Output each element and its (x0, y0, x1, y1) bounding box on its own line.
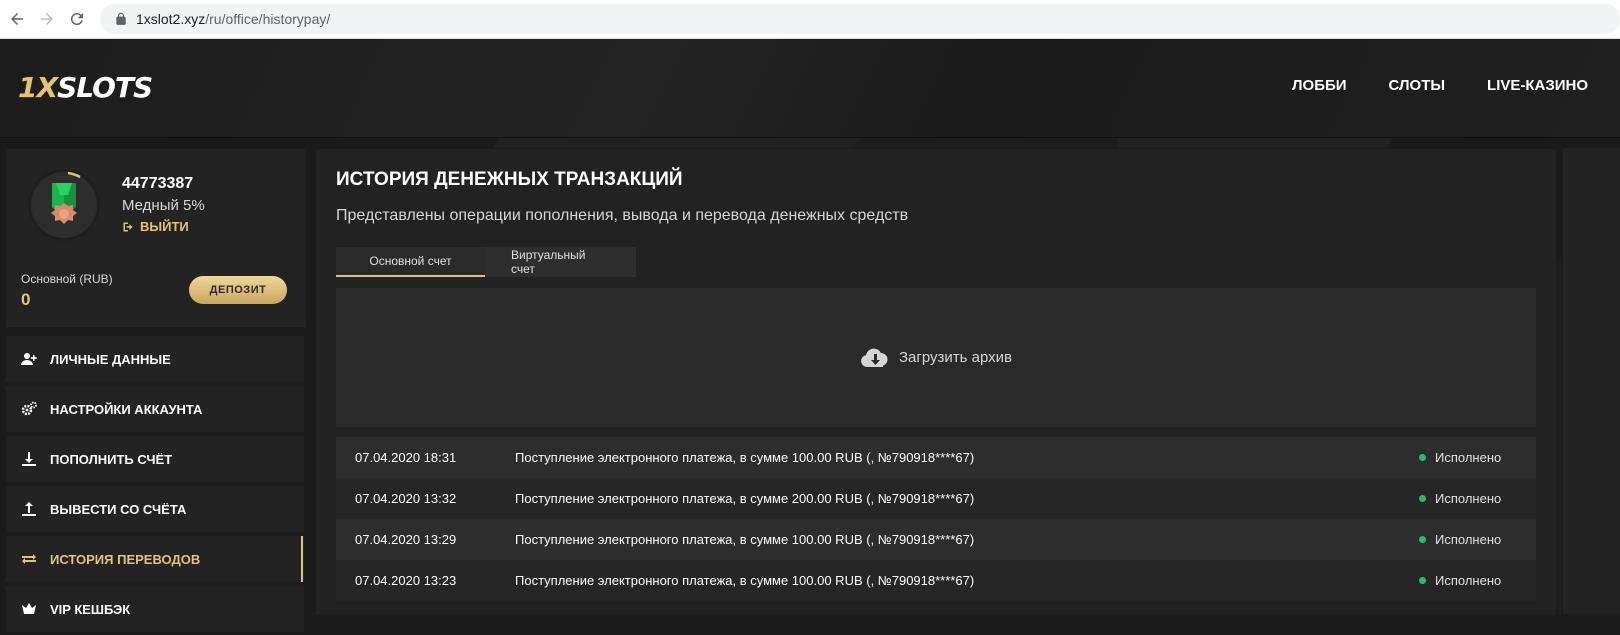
status-dot-icon (1419, 495, 1426, 502)
profile-card: 44773387 Медный 5% ВЫЙТИ Основной (RUB) … (5, 148, 307, 328)
download-archive-button[interactable]: Загрузить архив (336, 288, 1536, 427)
logo-part-slots: SLOTS (57, 70, 153, 104)
sidebar-item-label: ИСТОРИЯ ПЕРЕВОДОВ (50, 551, 201, 567)
sidebar-menu: ЛИЧНЫЕ ДАННЫЕ НАСТРОЙКИ АККАУНТА ПОПОЛНИ… (5, 335, 305, 635)
back-arrow-icon[interactable] (4, 6, 30, 32)
status-badge: Исполнено (1419, 532, 1536, 547)
main-panel: ИСТОРИЯ ДЕНЕЖНЫХ ТРАНЗАКЦИЙ Представлены… (315, 148, 1557, 616)
logo-part-1x: 1X (18, 70, 58, 104)
forward-arrow-icon[interactable] (34, 6, 60, 32)
lock-icon (116, 12, 126, 25)
table-row: 07.04.2020 13:32 Поступление электронног… (336, 478, 1536, 519)
balance-label: Основной (RUB) (21, 272, 113, 286)
tx-date: 07.04.2020 13:29 (355, 532, 457, 547)
tx-description: Поступление электронного платежа, в сумм… (515, 573, 975, 588)
exchange-icon (21, 551, 37, 567)
status-dot-icon (1419, 536, 1426, 543)
tx-date: 07.04.2020 18:31 (355, 450, 457, 465)
download-icon (21, 451, 37, 467)
sidebar-item-label: VIP КЕШБЭК (50, 601, 131, 617)
nav-live-casino[interactable]: LIVE-КАЗИНО (1487, 77, 1588, 94)
archive-label: Загрузить архив (898, 349, 1013, 366)
sidebar-item-personal-data[interactable]: ЛИЧНЫЕ ДАННЫЕ (5, 335, 305, 383)
user-level: Медный 5% (122, 197, 205, 214)
page-title: ИСТОРИЯ ДЕНЕЖНЫХ ТРАНЗАКЦИЙ (336, 169, 683, 190)
url-path: /ru/office/historypay/ (205, 11, 331, 27)
sidebar-item-vip-cashback[interactable]: VIP КЕШБЭК (5, 585, 305, 633)
sidebar-item-account-settings[interactable]: НАСТРОЙКИ АККАУНТА (5, 385, 305, 433)
site-header: 1XSLOTS ЛОББИ СЛОТЫ LIVE-КАЗИНО G (0, 39, 1620, 138)
tx-status-label: Исполнено (1435, 573, 1502, 588)
site-logo[interactable]: 1X SLOTS (18, 65, 153, 109)
tx-date: 07.04.2020 13:23 (355, 573, 457, 588)
main-nav: ЛОББИ СЛОТЫ LIVE-КАЗИНО G (1292, 77, 1620, 94)
account-tabs: Основной счет Виртуальный счет (336, 247, 636, 277)
sidebar-item-withdraw[interactable]: ВЫВЕСТИ СО СЧЁТА (5, 485, 305, 533)
status-badge: Исполнено (1419, 491, 1536, 506)
browser-toolbar: 1xslot2.xyz/ru/office/historypay/ (0, 0, 1620, 39)
page-subtitle: Представлены операции пополнения, вывода… (336, 207, 909, 224)
table-row: 07.04.2020 13:23 Поступление электронног… (336, 560, 1536, 601)
sidebar-item-transfer-history[interactable]: ИСТОРИЯ ПЕРЕВОДОВ (5, 535, 305, 583)
cloud-download-icon (861, 348, 888, 367)
nav-slots[interactable]: СЛОТЫ (1389, 77, 1446, 94)
user-id: 44773387 (122, 175, 194, 192)
tx-status-label: Исполнено (1435, 491, 1502, 506)
balance-value: 0 (21, 290, 31, 309)
tab-main-account[interactable]: Основной счет (336, 247, 485, 277)
crown-icon (21, 601, 37, 617)
deposit-button[interactable]: ДЕПОЗИТ (189, 276, 287, 304)
gears-icon (21, 401, 37, 417)
status-dot-icon (1419, 454, 1426, 461)
address-bar[interactable]: 1xslot2.xyz/ru/office/historypay/ (100, 4, 1620, 34)
table-row: 07.04.2020 13:29 Поступление электронног… (336, 519, 1536, 560)
medal-icon (28, 169, 100, 241)
status-badge: Исполнено (1419, 450, 1536, 465)
tx-status-label: Исполнено (1435, 532, 1502, 547)
tx-description: Поступление электронного платежа, в сумм… (515, 450, 975, 465)
table-row: 07.04.2020 18:31 Поступление электронног… (336, 437, 1536, 478)
transactions-table: 07.04.2020 18:31 Поступление электронног… (336, 437, 1536, 601)
tx-status-label: Исполнено (1435, 450, 1502, 465)
sidebar-item-label: НАСТРОЙКИ АККАУНТА (50, 401, 203, 417)
logout-label: ВЫЙТИ (140, 219, 189, 234)
sidebar-item-label: ВЫВЕСТИ СО СЧЁТА (50, 501, 187, 517)
tab-virtual-account[interactable]: Виртуальный счет (485, 247, 636, 277)
sidebar-item-label: ПОПОЛНИТЬ СЧЁТ (50, 451, 173, 467)
tx-description: Поступление электронного платежа, в сумм… (515, 491, 975, 506)
status-badge: Исполнено (1419, 573, 1536, 588)
status-dot-icon (1419, 577, 1426, 584)
upload-icon (21, 501, 37, 517)
reload-icon[interactable] (64, 6, 90, 32)
sidebar-item-label: ЛИЧНЫЕ ДАННЫЕ (50, 351, 171, 367)
tx-description: Поступление электронного платежа, в сумм… (515, 532, 975, 547)
sidebar-item-deposit[interactable]: ПОПОЛНИТЬ СЧЁТ (5, 435, 305, 483)
tx-date: 07.04.2020 13:32 (355, 491, 457, 506)
nav-lobby[interactable]: ЛОББИ (1292, 77, 1347, 94)
user-plus-icon (21, 351, 37, 367)
exit-icon (123, 222, 133, 231)
url-host: 1xslot2.xyz (136, 11, 206, 27)
right-side-panel (1562, 148, 1620, 614)
logout-link[interactable]: ВЫЙТИ (122, 219, 189, 234)
